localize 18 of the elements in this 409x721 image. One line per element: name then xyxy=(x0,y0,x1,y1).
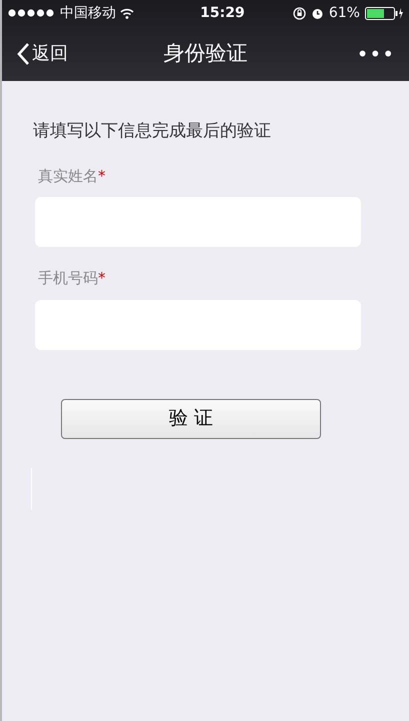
chevron-left-icon xyxy=(16,42,30,66)
rotation-lock-icon xyxy=(292,6,306,20)
clock-time: 15:29 xyxy=(200,4,245,22)
alarm-icon xyxy=(310,6,324,20)
required-mark: * xyxy=(98,269,106,287)
signal-icon xyxy=(8,9,56,17)
required-mark: * xyxy=(98,166,106,184)
carrier-name: 中国移动 xyxy=(60,4,116,22)
intro-text: 请填写以下信息完成最后的验证 xyxy=(33,120,272,143)
back-button[interactable]: 返回 xyxy=(16,40,68,67)
battery-percent: 61% xyxy=(328,4,360,22)
page-title: 身份验证 xyxy=(164,40,248,67)
wifi-icon xyxy=(120,8,134,18)
field-label: 真实姓名 xyxy=(38,166,98,184)
more-button[interactable]: ••• xyxy=(356,38,395,68)
field-label: 手机号码 xyxy=(38,269,98,287)
battery-icon xyxy=(364,6,403,20)
verify-button[interactable]: 验 证 xyxy=(61,398,321,438)
